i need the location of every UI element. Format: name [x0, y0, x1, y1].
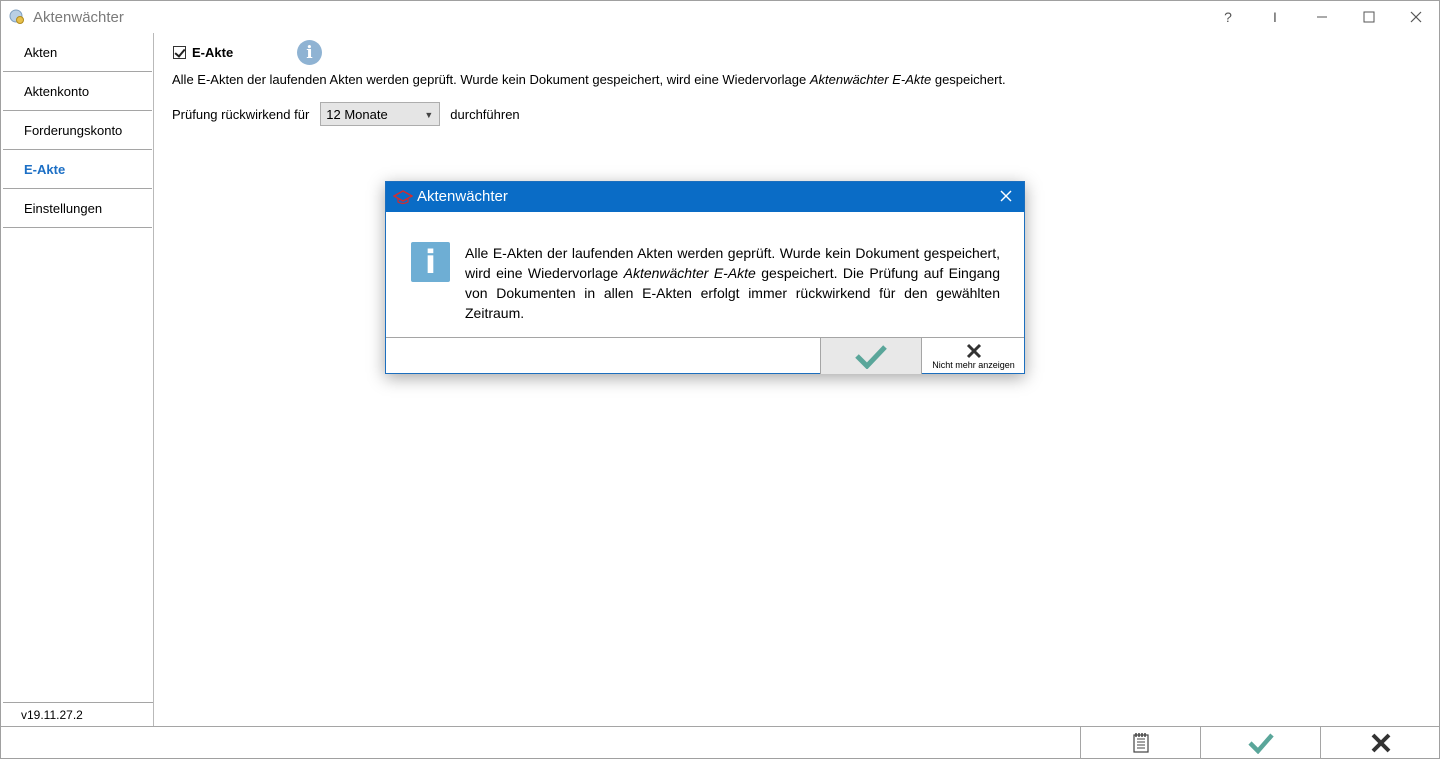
app-logo-icon [9, 9, 25, 25]
notes-button[interactable] [1080, 727, 1200, 759]
close-window-button[interactable] [1393, 1, 1439, 32]
notepad-icon [1132, 733, 1149, 753]
pin-button[interactable]: I [1252, 1, 1298, 32]
e-akte-checkbox-label[interactable]: E-Akte [192, 45, 233, 60]
period-suffix-label: durchführen [450, 106, 520, 122]
dont-show-again-label: Nicht mehr anzeigen [932, 359, 1015, 370]
sidebar-item-akten[interactable]: Akten [3, 33, 152, 72]
sidebar-item-einstellungen[interactable]: Einstellungen [3, 189, 152, 228]
sidebar-item-forderungskonto[interactable]: Forderungskonto [3, 111, 152, 150]
sidebar-item-e-akte[interactable]: E-Akte [3, 150, 152, 189]
dialog-message: Alle E-Akten der laufenden Akten werden … [465, 243, 1000, 323]
cancel-button[interactable] [1320, 727, 1440, 759]
dialog-ok-button[interactable] [820, 338, 922, 374]
dialog-message-italic: Aktenwächter E-Akte [623, 265, 756, 281]
sidebar-nav: Akten Aktenkonto Forderungskonto E-Akte … [3, 33, 154, 726]
graduation-cap-icon [392, 189, 414, 205]
minimize-icon [1317, 16, 1327, 17]
dont-show-again-button[interactable]: Nicht mehr anzeigen [923, 338, 1024, 374]
close-icon [1000, 190, 1012, 202]
main-content: E-Akte i Alle E-Akten der laufenden Akte… [154, 33, 1439, 726]
description-text-end: gespeichert. [931, 72, 1006, 87]
dialog-footer: Nicht mehr anzeigen [386, 337, 1024, 374]
ok-button[interactable] [1200, 727, 1320, 759]
help-button[interactable]: ? [1205, 1, 1251, 32]
sidebar-item-aktenkonto[interactable]: Aktenkonto [3, 72, 152, 111]
close-icon [1410, 11, 1422, 22]
period-row: Prüfung rückwirkend für 12 Monate ▼ durc… [172, 102, 520, 126]
maximize-button[interactable] [1346, 1, 1392, 32]
title-bar: Aktenwächter ? I [1, 1, 1439, 32]
period-prefix-label: Prüfung rückwirkend für [172, 106, 310, 122]
description-text: Alle E-Akten der laufenden Akten werden … [172, 72, 810, 87]
close-icon [1371, 733, 1390, 753]
checkmark-icon [1247, 733, 1274, 754]
window-title: Aktenwächter [33, 9, 124, 26]
dialog-title: Aktenwächter [417, 188, 508, 205]
e-akte-description: Alle E-Akten der laufenden Akten werden … [172, 72, 1006, 87]
info-icon[interactable]: i [297, 40, 322, 65]
bottom-toolbar [1, 726, 1440, 759]
info-dialog: Aktenwächter i Alle E-Akten der laufende… [385, 181, 1025, 374]
app-window: Aktenwächter ? I Akten Aktenkonto Forder… [0, 0, 1440, 759]
info-icon: i [411, 242, 450, 282]
chevron-down-icon: ▼ [424, 110, 434, 120]
dialog-title-bar[interactable]: Aktenwächter [386, 182, 1024, 212]
version-label: v19.11.27.2 [3, 702, 153, 726]
period-select[interactable]: 12 Monate ▼ [320, 102, 441, 126]
checkmark-icon [855, 345, 887, 369]
dialog-close-button[interactable] [1000, 187, 1012, 207]
maximize-icon [1363, 11, 1375, 22]
e-akte-checkbox-row[interactable]: E-Akte [173, 45, 233, 60]
description-italic: Aktenwächter E-Akte [809, 72, 932, 87]
e-akte-checkbox[interactable] [173, 46, 186, 59]
close-icon [966, 343, 981, 358]
minimize-button[interactable] [1299, 1, 1345, 32]
period-select-value: 12 Monate [326, 106, 388, 122]
